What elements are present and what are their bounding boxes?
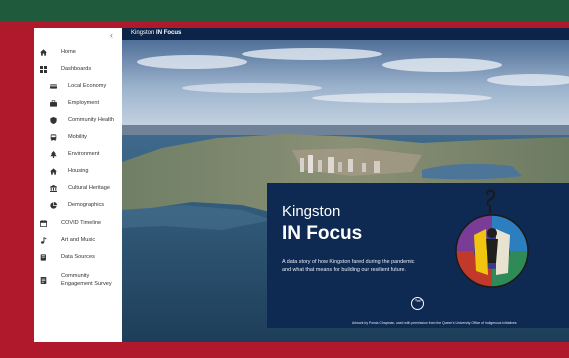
main-content: Kingston IN Focus Kingston IN Focus A da… xyxy=(122,28,569,342)
double-chevron-down-icon: ︾ xyxy=(415,300,422,307)
home-icon xyxy=(40,49,47,56)
health-icon xyxy=(50,117,57,124)
sidebar-item-label: Community xyxy=(61,273,90,279)
sidebar-item-demographics[interactable]: Demographics xyxy=(34,200,122,214)
sidebar-item-covid-timeline[interactable]: COVID Timeline xyxy=(34,218,122,232)
briefcase-icon xyxy=(50,100,57,107)
sidebar-item-cultural-heritage[interactable]: Cultural Heritage xyxy=(34,183,122,197)
sidebar-item-label: Mobility xyxy=(68,134,87,140)
sidebar-item-data-sources[interactable]: Data Sources xyxy=(34,252,122,266)
sidebar-item-environment[interactable]: Environment xyxy=(34,149,122,163)
tree-icon xyxy=(50,151,57,158)
sidebar-item-community-engagement-survey[interactable]: Community Engagement Survey xyxy=(34,272,122,292)
dashboard-icon xyxy=(40,66,47,73)
hero-description: A data story of how Kingston fared durin… xyxy=(282,259,415,273)
sidebar-item-local-economy[interactable]: Local Economy xyxy=(34,81,122,95)
top-bar xyxy=(0,0,569,21)
sidebar: ‹ Home Dashboards Local Economy Employme… xyxy=(34,28,122,342)
house-icon xyxy=(50,168,57,175)
sidebar-item-community-health[interactable]: Community Health xyxy=(34,115,122,129)
calendar-icon xyxy=(40,220,47,227)
sidebar-item-label: Dashboards xyxy=(61,66,92,72)
sidebar-item-housing[interactable]: Housing xyxy=(34,166,122,180)
hero-title-line2: IN Focus xyxy=(282,223,363,244)
sidebar-item-label: Data Sources xyxy=(61,254,95,260)
hero-title-line1: Kingston xyxy=(282,203,341,220)
sidebar-item-label: Art and Music xyxy=(61,237,96,243)
sidebar-item-label: Local Economy xyxy=(68,83,107,89)
music-icon xyxy=(40,237,47,244)
collapse-sidebar-icon[interactable]: ‹ xyxy=(110,30,113,40)
survey-icon xyxy=(40,277,47,284)
landmark-icon xyxy=(50,185,57,192)
sidebar-item-label: Environment xyxy=(68,151,100,157)
sidebar-item-home[interactable]: Home xyxy=(34,47,122,61)
sidebar-item-label: Home xyxy=(61,49,76,55)
sidebar-item-label: Community Health xyxy=(68,117,115,123)
sidebar-item-label: Cultural Heritage xyxy=(68,185,110,191)
economy-icon xyxy=(50,84,57,89)
app-header: Kingston IN Focus xyxy=(122,28,569,40)
sidebar-item-dashboards[interactable]: Dashboards xyxy=(34,64,122,78)
bus-icon xyxy=(50,134,57,141)
pie-chart-icon xyxy=(50,202,57,209)
artwork-credit: Artwork by Porsia Chapman, used with per… xyxy=(352,321,517,325)
indigenous-artwork xyxy=(455,189,529,288)
sidebar-item-mobility[interactable]: Mobility xyxy=(34,132,122,146)
scroll-down-button[interactable]: ︾ xyxy=(411,297,424,310)
sidebar-item-label-line2: Engagement Survey xyxy=(61,281,112,287)
sidebar-item-employment[interactable]: Employment xyxy=(34,98,122,112)
app-title[interactable]: Kingston IN Focus xyxy=(131,30,181,36)
sidebar-item-label: COVID Timeline xyxy=(61,220,102,226)
browser-frame: ‹ Home Dashboards Local Economy Employme… xyxy=(34,28,569,342)
database-icon xyxy=(40,254,46,261)
sidebar-item-label: Employment xyxy=(68,100,100,106)
sidebar-item-label: Demographics xyxy=(68,202,105,208)
sidebar-item-art-and-music[interactable]: Art and Music xyxy=(34,235,122,249)
hero-card: Kingston IN Focus A data story of how Ki… xyxy=(267,183,569,328)
sidebar-item-label: Housing xyxy=(68,168,89,174)
